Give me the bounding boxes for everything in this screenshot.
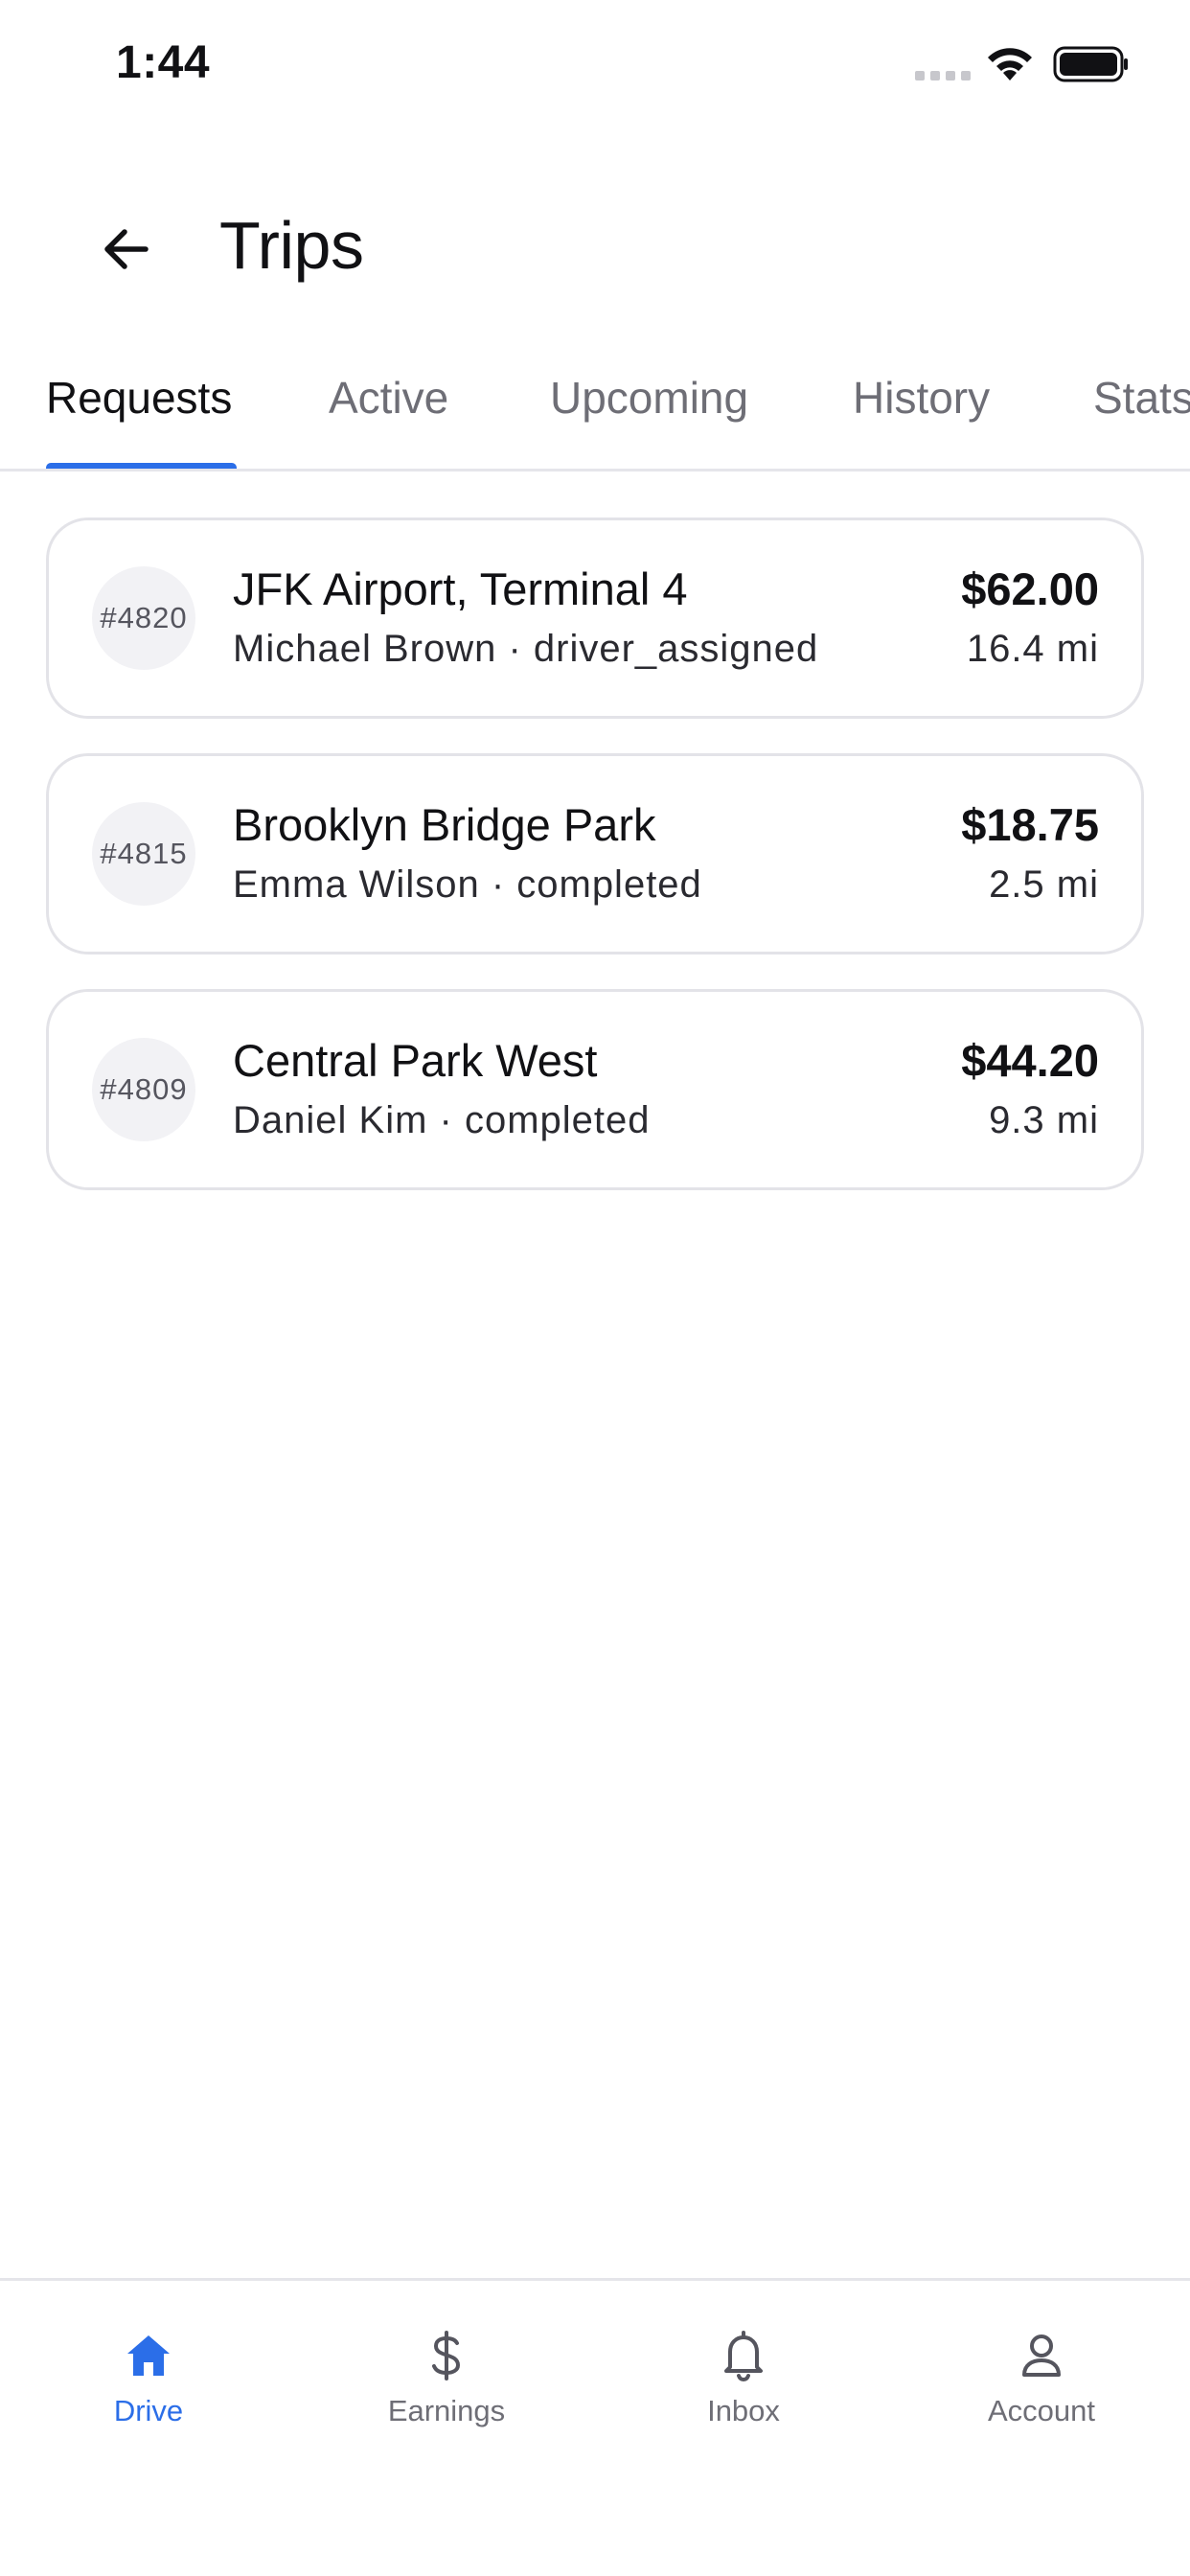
trips-screen: 1:44 Trips Requests Active Upcoming Hist…	[0, 0, 1190, 2576]
tab-stats[interactable]: Stats	[1093, 372, 1190, 424]
trip-destination: Brooklyn Bridge Park	[233, 799, 656, 850]
tab-active[interactable]: Active	[329, 372, 448, 424]
trip-id-badge: #4809	[92, 1038, 195, 1141]
nav-item-earnings[interactable]: Earnings	[332, 2329, 561, 2444]
trip-destination: JFK Airport, Terminal 4	[233, 564, 688, 614]
nav-item-drive[interactable]: Drive	[34, 2329, 263, 2444]
trip-list: #4820 JFK Airport, Terminal 4 Michael Br…	[46, 518, 1144, 1225]
nav-item-account[interactable]: Account	[927, 2329, 1156, 2444]
header: Trips	[0, 182, 1190, 307]
cellular-signal-icon	[915, 71, 971, 82]
trip-price: $62.00	[961, 564, 1099, 614]
trip-distance: 2.5 mi	[989, 863, 1099, 906]
trip-id-badge: #4820	[92, 566, 195, 670]
trip-rider-status: Michael Brown · driver_assigned	[233, 628, 819, 670]
page-title: Trips	[219, 208, 364, 283]
trip-rider-status: Emma Wilson · completed	[233, 863, 702, 906]
bottom-nav: Drive Earnings Inbox Account	[0, 2278, 1190, 2576]
trip-id-badge: #4815	[92, 802, 195, 906]
status-bar: 1:44	[0, 0, 1190, 134]
trip-card[interactable]: #4820 JFK Airport, Terminal 4 Michael Br…	[46, 518, 1144, 719]
wifi-icon	[988, 48, 1032, 80]
trip-price: $44.20	[961, 1035, 1099, 1086]
nav-label: Earnings	[387, 2394, 506, 2427]
battery-icon	[1053, 46, 1128, 82]
trip-price: $18.75	[961, 799, 1099, 850]
tab-requests[interactable]: Requests	[46, 372, 232, 424]
nav-item-inbox[interactable]: Inbox	[629, 2329, 858, 2444]
nav-label: Inbox	[707, 2394, 780, 2427]
tab-upcoming[interactable]: Upcoming	[550, 372, 748, 424]
bell-icon	[717, 2329, 770, 2382]
active-tab-indicator	[46, 463, 237, 469]
user-icon	[1015, 2329, 1068, 2382]
nav-label: Drive	[113, 2394, 184, 2427]
home-icon	[122, 2329, 175, 2382]
dollar-icon	[420, 2329, 473, 2382]
trip-distance: 9.3 mi	[989, 1099, 1099, 1141]
trip-destination: Central Park West	[233, 1035, 598, 1086]
trip-card[interactable]: #4815 Brooklyn Bridge Park Emma Wilson ·…	[46, 753, 1144, 954]
nav-label: Account	[987, 2394, 1095, 2427]
tab-bar: Requests Active Upcoming History Stats	[0, 355, 1190, 472]
status-time: 1:44	[116, 37, 211, 88]
tab-history[interactable]: History	[853, 372, 990, 424]
trip-card[interactable]: #4809 Central Park West Daniel Kim · com…	[46, 989, 1144, 1190]
back-button[interactable]	[88, 211, 165, 288]
trip-rider-status: Daniel Kim · completed	[233, 1099, 651, 1141]
trip-distance: 16.4 mi	[966, 628, 1099, 670]
arrow-left-icon	[104, 229, 149, 269]
